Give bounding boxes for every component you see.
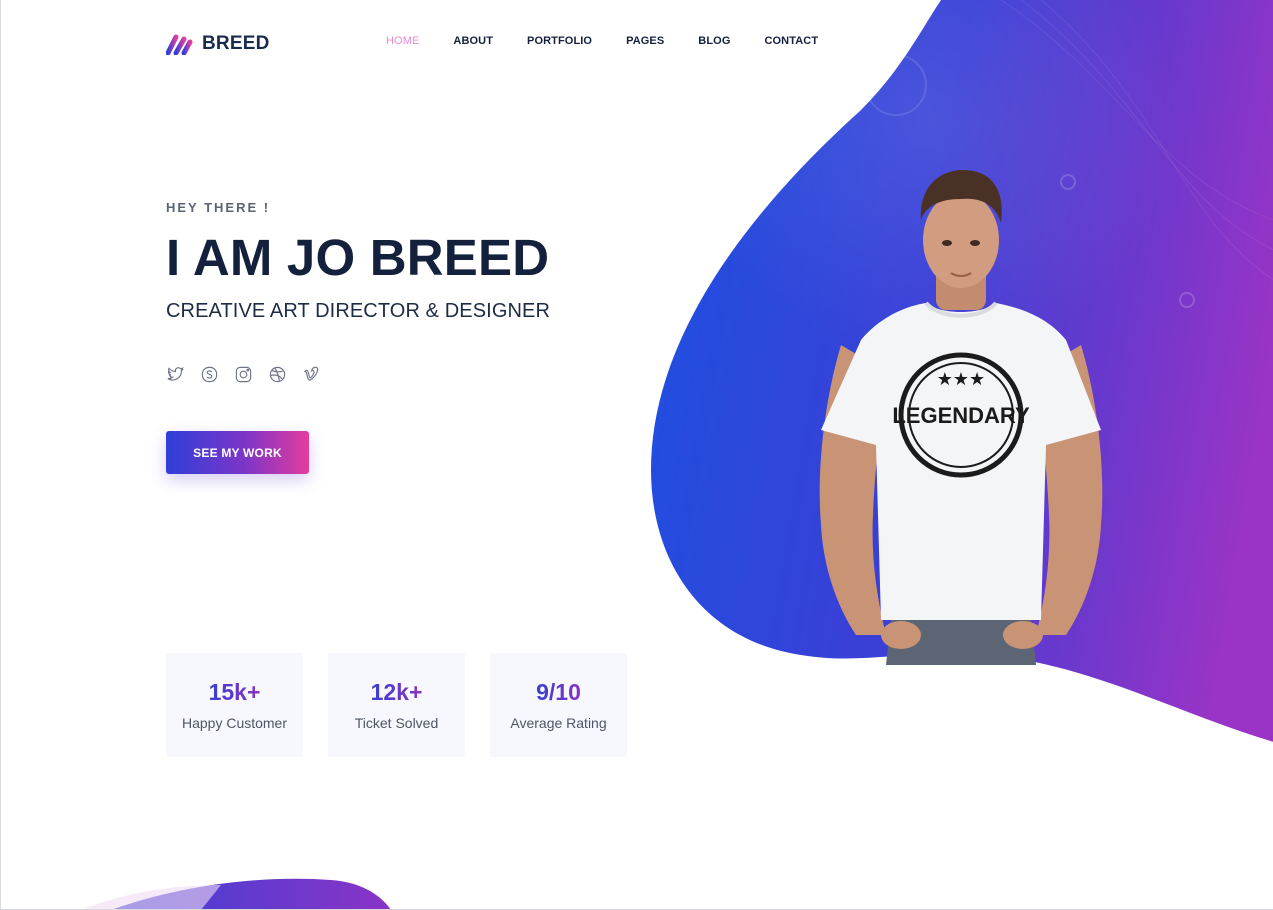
stats-row: 15k+ Happy Customer 12k+ Ticket Solved 9… xyxy=(166,653,627,757)
vimeo-icon[interactable] xyxy=(302,365,321,384)
nav-item-home[interactable]: HOME xyxy=(386,35,419,47)
skype-icon[interactable] xyxy=(200,365,219,384)
hero-subtitle: CREATIVE ART DIRECTOR & DESIGNER xyxy=(166,300,551,322)
stat-card: 15k+ Happy Customer xyxy=(166,653,303,757)
shirt-print-text: LEGENDARY xyxy=(892,403,1030,428)
main-nav: HOME ABOUT PORTFOLIO PAGES BLOG CONTACT xyxy=(386,35,852,47)
shirt-stars-icon: ★★★ xyxy=(937,369,985,390)
landing-page: LEGENDARY ★★★ BREED HOME ABOUT PORTFOLIO… xyxy=(0,0,1273,910)
twitter-icon[interactable] xyxy=(166,365,185,384)
stat-label: Happy Customer xyxy=(181,715,288,731)
social-links xyxy=(166,365,321,384)
nav-item-portfolio[interactable]: PORTFOLIO xyxy=(527,35,592,47)
instagram-icon[interactable] xyxy=(234,365,253,384)
stat-value: 9/10 xyxy=(536,679,581,705)
hero-title: I AM JO BREED xyxy=(166,229,550,286)
dribbble-icon[interactable] xyxy=(268,365,287,384)
stat-card: 9/10 Average Rating xyxy=(490,653,627,757)
stat-value: 12k+ xyxy=(370,679,423,705)
nav-item-about[interactable]: ABOUT xyxy=(453,35,493,47)
nav-item-pages[interactable]: PAGES xyxy=(626,35,664,47)
stat-label: Ticket Solved xyxy=(354,715,439,731)
stat-value: 15k+ xyxy=(208,679,261,705)
stat-label: Average Rating xyxy=(510,715,607,731)
stat-card: 12k+ Ticket Solved xyxy=(328,653,465,757)
brand-logo[interactable]: BREED xyxy=(166,31,270,57)
nav-item-contact[interactable]: CONTACT xyxy=(764,35,818,47)
see-my-work-button[interactable]: SEE MY WORK xyxy=(166,431,309,474)
hero-portrait-image: LEGENDARY ★★★ xyxy=(819,170,1103,665)
hero-eyebrow: HEY THERE ! xyxy=(166,200,271,215)
nav-item-blog[interactable]: BLOG xyxy=(698,35,730,47)
brand-name: BREED xyxy=(202,33,270,54)
brand-mark-icon xyxy=(166,34,193,55)
